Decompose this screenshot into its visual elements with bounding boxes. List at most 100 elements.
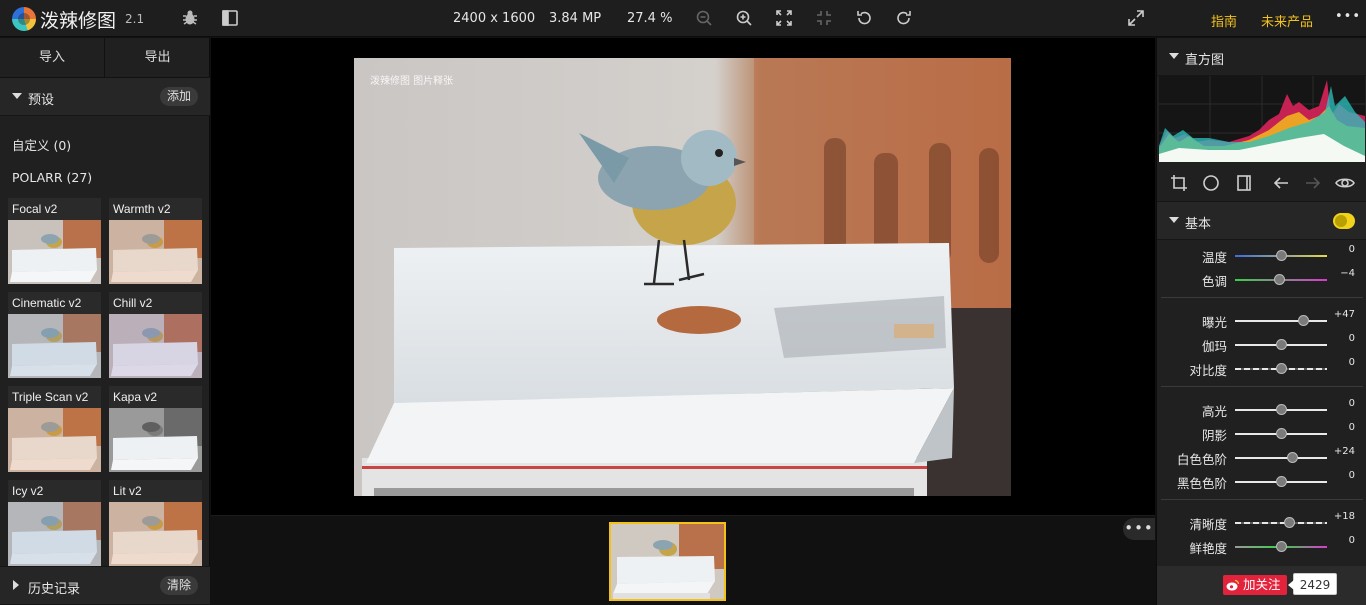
top-toolbar: 泼辣修图 2.1 2400 x 1600 3.84 MP 27.4 % 指南 未… — [0, 0, 1366, 37]
histogram-header[interactable]: 直方图 — [1157, 38, 1366, 76]
slider-handle[interactable] — [1276, 250, 1287, 261]
presets-header[interactable]: 预设 添加 — [0, 78, 210, 116]
slider-handle[interactable] — [1276, 476, 1287, 487]
preset-thumbnail[interactable]: Lit v2 — [109, 480, 202, 566]
caret-down-icon — [12, 93, 22, 99]
preset-label: Warmth v2 — [113, 202, 171, 216]
slider-track[interactable] — [1235, 320, 1327, 322]
preset-thumbnail[interactable]: Icy v2 — [8, 480, 101, 566]
slider-value: +18 — [1333, 511, 1355, 522]
local-adjust-icon[interactable] — [1235, 174, 1253, 192]
filmstrip-more-button[interactable]: ••• — [1123, 518, 1155, 540]
slider-label: 色调 — [1201, 274, 1227, 289]
slider-handle[interactable] — [1276, 363, 1287, 374]
canvas-area[interactable]: 泼辣修图 图片释张 — [211, 38, 1155, 515]
basic-toggle[interactable] — [1333, 213, 1355, 229]
undo-icon[interactable] — [855, 9, 873, 27]
redo-icon[interactable] — [895, 9, 913, 27]
slider-handle[interactable] — [1276, 541, 1287, 552]
slider-row: 鲜艳度 0 — [1157, 535, 1366, 559]
slider-row: 高光 0 — [1157, 398, 1366, 422]
filmstrip-thumbnail-selected[interactable] — [609, 522, 726, 601]
slider-value: 0 — [1348, 422, 1355, 433]
photo-image — [354, 58, 1011, 496]
main-photo[interactable]: 泼辣修图 图片释张 — [354, 58, 1011, 496]
weibo-follow-button[interactable]: 加关注 — [1223, 575, 1287, 595]
crop-icon[interactable] — [1170, 174, 1188, 192]
preset-thumbnail[interactable]: Chill v2 — [109, 292, 202, 378]
basic-title: 基本 — [1185, 217, 1212, 232]
fit-screen-icon[interactable] — [775, 9, 793, 27]
slider-row: 伽玛 0 — [1157, 333, 1366, 357]
slider-handle[interactable] — [1274, 274, 1286, 285]
slider-handle[interactable] — [1287, 452, 1299, 463]
slider-value: 0 — [1348, 357, 1355, 368]
slider-row: 黑色色阶 0 — [1157, 470, 1366, 494]
slider-label: 鲜艳度 — [1189, 541, 1227, 556]
import-button[interactable]: 导入 — [0, 38, 105, 78]
preset-thumbnail[interactable]: Cinematic v2 — [8, 292, 101, 378]
preset-group-custom[interactable]: 自定义 (0) — [12, 135, 71, 154]
guide-link[interactable]: 指南 — [1211, 11, 1237, 30]
preset-label: Cinematic v2 — [12, 296, 82, 310]
slider-group-divider — [1161, 499, 1363, 500]
slider-handle[interactable] — [1276, 404, 1287, 415]
preset-thumbnail[interactable]: Warmth v2 — [109, 198, 202, 284]
slider-value: 0 — [1348, 398, 1355, 409]
zoom-in-icon[interactable] — [735, 9, 753, 27]
follow-bar: 加关注 2429 — [1157, 566, 1366, 605]
caret-down-icon — [1169, 217, 1179, 223]
slider-track[interactable] — [1235, 457, 1327, 459]
fullscreen-icon[interactable] — [1127, 9, 1145, 27]
slider-label: 伽玛 — [1201, 339, 1227, 354]
preset-preview-image — [8, 408, 101, 472]
slider-row: 清晰度 +18 — [1157, 511, 1366, 535]
slider-label: 对比度 — [1189, 363, 1227, 378]
filmstrip-thumbnail-image — [611, 524, 724, 599]
actual-size-icon[interactable] — [815, 9, 833, 27]
slider-label: 清晰度 — [1189, 517, 1227, 532]
back-arrow-icon[interactable] — [1272, 174, 1290, 192]
left-panel: 导入 导出 预设 添加 自定义 (0) POLARR (27) Focal v2… — [0, 38, 210, 605]
eye-icon[interactable] — [1335, 174, 1355, 192]
export-button[interactable]: 导出 — [105, 38, 210, 78]
preset-preview-image — [109, 220, 202, 284]
slider-handle[interactable] — [1297, 315, 1309, 326]
slider-handle[interactable] — [1276, 339, 1287, 350]
weibo-icon — [1226, 579, 1240, 591]
toggle-sidebar-icon[interactable] — [221, 9, 239, 27]
slider-row: 对比度 0 — [1157, 357, 1366, 381]
app-name: 泼辣修图 — [40, 10, 117, 32]
slider-label: 高光 — [1201, 404, 1227, 419]
future-products-link[interactable]: 未来产品 — [1261, 11, 1313, 30]
preset-label: Icy v2 — [12, 484, 44, 498]
preset-preview-image — [109, 314, 202, 378]
slider-handle[interactable] — [1284, 517, 1296, 528]
clear-history-button[interactable]: 清除 — [159, 576, 198, 595]
preset-preview-image — [109, 502, 202, 566]
preset-group-polarr[interactable]: POLARR (27) — [12, 170, 92, 185]
history-title: 历史记录 — [28, 582, 81, 597]
preset-preview-image — [8, 220, 101, 284]
bug-icon[interactable] — [181, 9, 199, 27]
slider-label: 黑色色阶 — [1176, 476, 1227, 491]
slider-row: 色调 −4 — [1157, 268, 1366, 292]
history-header[interactable]: 历史记录 清除 — [0, 566, 210, 605]
forward-arrow-icon[interactable] — [1304, 174, 1322, 192]
add-preset-button[interactable]: 添加 — [159, 87, 198, 106]
slider-group-divider — [1161, 297, 1363, 298]
basic-header[interactable]: 基本 — [1157, 202, 1366, 240]
preset-thumbnail[interactable]: Focal v2 — [8, 198, 101, 284]
radial-mask-icon[interactable] — [1202, 174, 1220, 192]
slider-track[interactable] — [1235, 522, 1327, 524]
slider-value: 0 — [1348, 244, 1355, 255]
slider-handle[interactable] — [1276, 428, 1287, 439]
preset-label: Focal v2 — [12, 202, 58, 216]
more-menu-button[interactable]: ••• — [1335, 9, 1361, 24]
slider-value: −4 — [1340, 268, 1355, 279]
histogram — [1159, 76, 1365, 162]
slider-label: 温度 — [1201, 250, 1227, 265]
preset-thumbnail[interactable]: Triple Scan v2 — [8, 386, 101, 472]
preset-thumbnail[interactable]: Kapa v2 — [109, 386, 202, 472]
zoom-out-icon[interactable] — [695, 9, 713, 27]
